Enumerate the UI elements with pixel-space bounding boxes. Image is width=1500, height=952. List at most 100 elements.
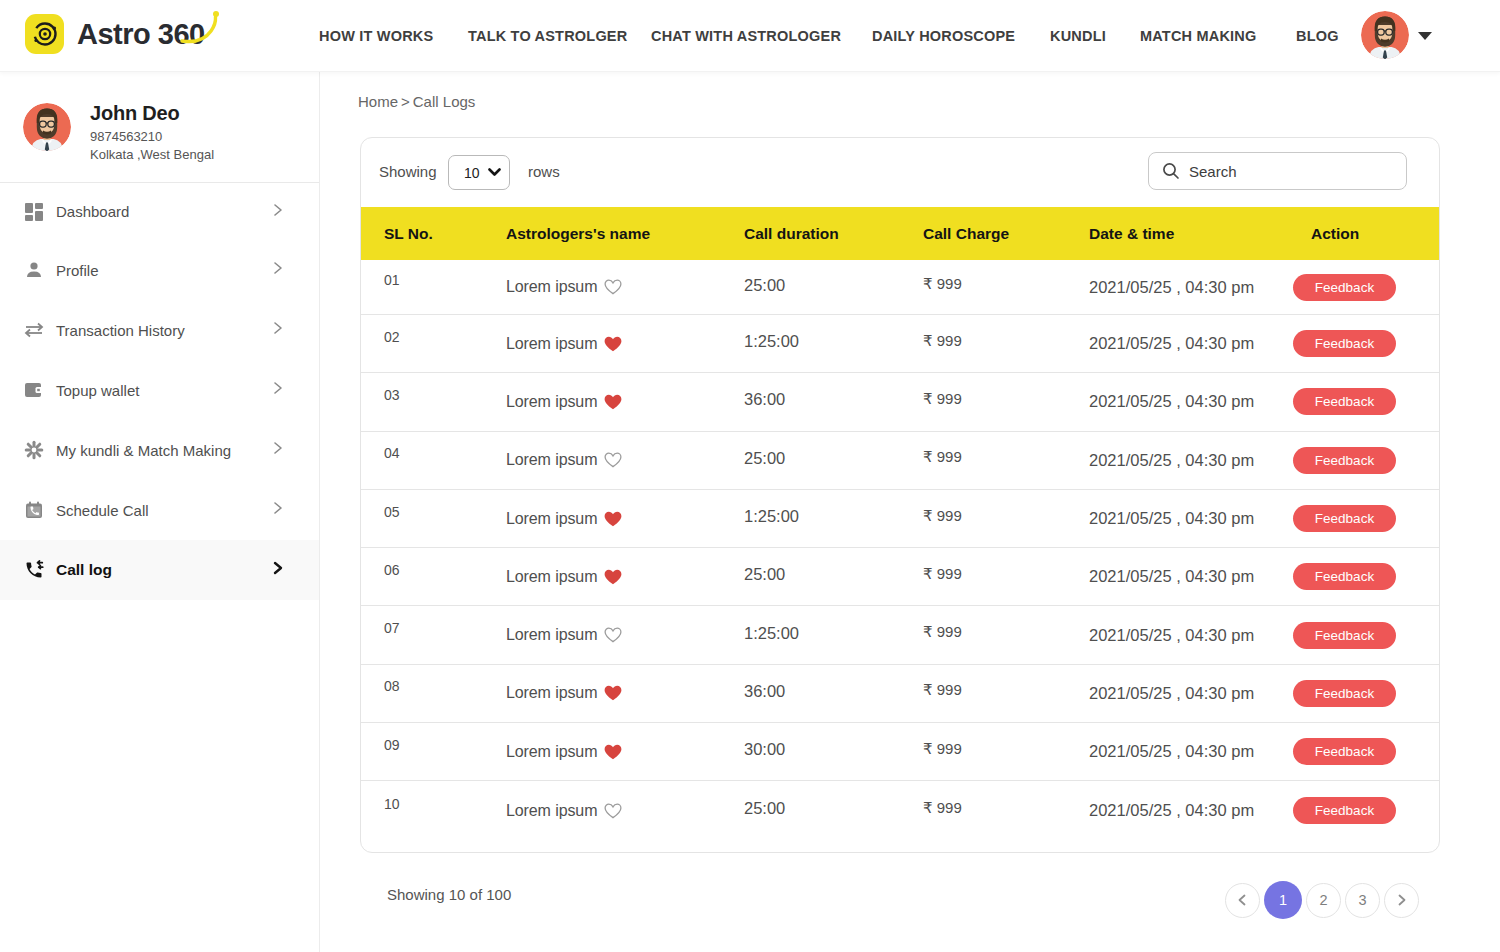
table-row: 09 Lorem ipsum 30:00 ₹ 999 2021/05/25 , … [361, 723, 1439, 781]
sidebar-item-schedule-call[interactable]: Schedule Call [0, 480, 319, 540]
sidebar-user-card: John Deo 9874563210 Kolkata ,West Bengal [0, 72, 319, 183]
cell-call-charge: ₹ 999 [923, 799, 1089, 817]
sidebar-item-transaction-history[interactable]: Transaction History [0, 300, 319, 360]
pagination-page-2[interactable]: 2 [1306, 883, 1341, 918]
cell-astrologer-name: Lorem ipsum [506, 278, 744, 296]
feedback-button[interactable]: Feedback [1293, 447, 1396, 474]
feedback-button[interactable]: Feedback [1293, 622, 1396, 649]
search-input[interactable] [1189, 163, 1379, 180]
cell-date-time: 2021/05/25 , 04:30 pm [1089, 742, 1293, 761]
rows-label: rows [528, 163, 560, 180]
rows-per-page-value: 10 [464, 165, 480, 181]
heart-filled-icon[interactable] [604, 744, 622, 760]
rows-per-page-select[interactable]: 10 [448, 155, 510, 190]
feedback-button[interactable]: Feedback [1293, 797, 1396, 824]
cell-call-duration: 25:00 [744, 565, 923, 584]
main-nav: HOW IT WORKS TALK TO ASTROLGER CHAT WITH A… [0, 0, 1500, 72]
cell-call-duration: 30:00 [744, 740, 923, 759]
cell-sl-no: 03 [384, 387, 506, 403]
sidebar-item-call-log[interactable]: Call log [0, 540, 319, 600]
breadcrumb-home[interactable]: Home [358, 93, 398, 110]
table-row: 08 Lorem ipsum 36:00 ₹ 999 2021/05/25 , … [361, 665, 1439, 723]
nav-item-chat-with-astrologer[interactable]: CHAT WITH ASTROLOGER [651, 28, 841, 44]
sidebar-item-topup-wallet[interactable]: Topup wallet [0, 360, 319, 420]
column-header-sl-no-: SL No. [384, 225, 506, 243]
pagination-page-3[interactable]: 3 [1345, 883, 1380, 918]
cell-sl-no: 05 [384, 504, 506, 520]
cell-date-time: 2021/05/25 , 04:30 pm [1089, 684, 1293, 703]
nav-item-kundli[interactable]: KUNDLI [1050, 28, 1106, 44]
table-controls: Showing 10 rows [361, 138, 1439, 207]
feedback-button[interactable]: Feedback [1293, 563, 1396, 590]
cell-astrologer-name: Lorem ipsum [506, 393, 744, 411]
profile-icon [24, 260, 44, 280]
sidebar-item-dashboard[interactable]: Dashboard [0, 183, 319, 240]
main-content: Home>Call Logs Showing 10 rows SL No.Ast… [320, 72, 1500, 952]
heart-outline-icon[interactable] [604, 803, 622, 819]
heart-outline-icon[interactable] [604, 279, 622, 295]
cell-action: Feedback [1293, 622, 1439, 649]
cell-call-duration: 25:00 [744, 449, 923, 468]
chevron-right-icon [272, 321, 284, 339]
nav-item-match-making[interactable]: MATCH MAKING [1140, 28, 1257, 44]
table-row: 04 Lorem ipsum 25:00 ₹ 999 2021/05/25 , … [361, 432, 1439, 490]
cell-astrologer-name: Lorem ipsum [506, 802, 744, 820]
cell-date-time: 2021/05/25 , 04:30 pm [1089, 278, 1293, 297]
heart-filled-icon[interactable] [604, 569, 622, 585]
sidebar-item-my-kundli-match-making[interactable]: My kundli & Match Making [0, 420, 319, 480]
feedback-button[interactable]: Feedback [1293, 274, 1396, 301]
table-header: SL No.Astrologers's nameCall durationCal… [361, 207, 1439, 260]
feedback-button[interactable]: Feedback [1293, 505, 1396, 532]
column-header-call-duration: Call duration [744, 225, 923, 243]
feedback-button[interactable]: Feedback [1293, 680, 1396, 707]
cell-astrologer-name: Lorem ipsum [506, 451, 744, 469]
cell-astrologer-name: Lorem ipsum [506, 510, 744, 528]
nav-item-how-it-works[interactable]: HOW IT WORKS [319, 28, 433, 44]
heart-filled-icon[interactable] [604, 336, 622, 352]
cell-call-charge: ₹ 999 [923, 507, 1089, 525]
feedback-button[interactable]: Feedback [1293, 388, 1396, 415]
table-row: 07 Lorem ipsum 1:25:00 ₹ 999 2021/05/25 … [361, 606, 1439, 664]
nav-item-talk-to-astrolger[interactable]: TALK TO ASTROLGER [468, 28, 627, 44]
cell-sl-no: 07 [384, 620, 506, 636]
nav-item-blog[interactable]: BLOG [1296, 28, 1339, 44]
cell-astrologer-name: Lorem ipsum [506, 684, 744, 702]
user-phone: 9874563210 [90, 129, 162, 144]
chevron-right-icon [272, 501, 284, 519]
cell-sl-no: 10 [384, 796, 506, 812]
cell-call-charge: ₹ 999 [923, 448, 1089, 466]
heart-filled-icon[interactable] [604, 685, 622, 701]
pagination-page-1[interactable]: 1 [1264, 881, 1302, 919]
cell-date-time: 2021/05/25 , 04:30 pm [1089, 626, 1293, 645]
column-header-action: Action [1293, 225, 1439, 243]
heart-outline-icon[interactable] [604, 452, 622, 468]
cell-date-time: 2021/05/25 , 04:30 pm [1089, 509, 1293, 528]
kundli-icon [24, 440, 44, 460]
feedback-button[interactable]: Feedback [1293, 738, 1396, 765]
cell-sl-no: 06 [384, 562, 506, 578]
heart-filled-icon[interactable] [604, 511, 622, 527]
pagination-prev[interactable] [1225, 883, 1260, 918]
heart-filled-icon[interactable] [604, 394, 622, 410]
cell-astrologer-name: Lorem ipsum [506, 626, 744, 644]
cell-call-charge: ₹ 999 [923, 681, 1089, 699]
account-dropdown-caret[interactable] [1418, 32, 1432, 40]
heart-outline-icon[interactable] [604, 627, 622, 643]
table-row: 10 Lorem ipsum 25:00 ₹ 999 2021/05/25 , … [361, 781, 1439, 839]
table-row: 01 Lorem ipsum 25:00 ₹ 999 2021/05/25 , … [361, 260, 1439, 315]
cell-call-charge: ₹ 999 [923, 390, 1089, 408]
cell-call-charge: ₹ 999 [923, 332, 1089, 350]
cell-sl-no: 04 [384, 445, 506, 461]
sidebar-item-profile[interactable]: Profile [0, 240, 319, 300]
cell-action: Feedback [1293, 680, 1439, 707]
call-log-icon [24, 560, 44, 580]
cell-action: Feedback [1293, 505, 1439, 532]
pagination-next[interactable] [1384, 883, 1419, 918]
nav-item-daily-horoscope[interactable]: DAILY HOROSCOPE [872, 28, 1015, 44]
call-logs-card: Showing 10 rows SL No.Astrologers's name… [360, 137, 1440, 853]
user-avatar-small[interactable] [1361, 11, 1409, 59]
chevron-right-icon [272, 441, 284, 459]
cell-sl-no: 09 [384, 737, 506, 753]
user-name: John Deo [90, 102, 180, 125]
feedback-button[interactable]: Feedback [1293, 330, 1396, 357]
